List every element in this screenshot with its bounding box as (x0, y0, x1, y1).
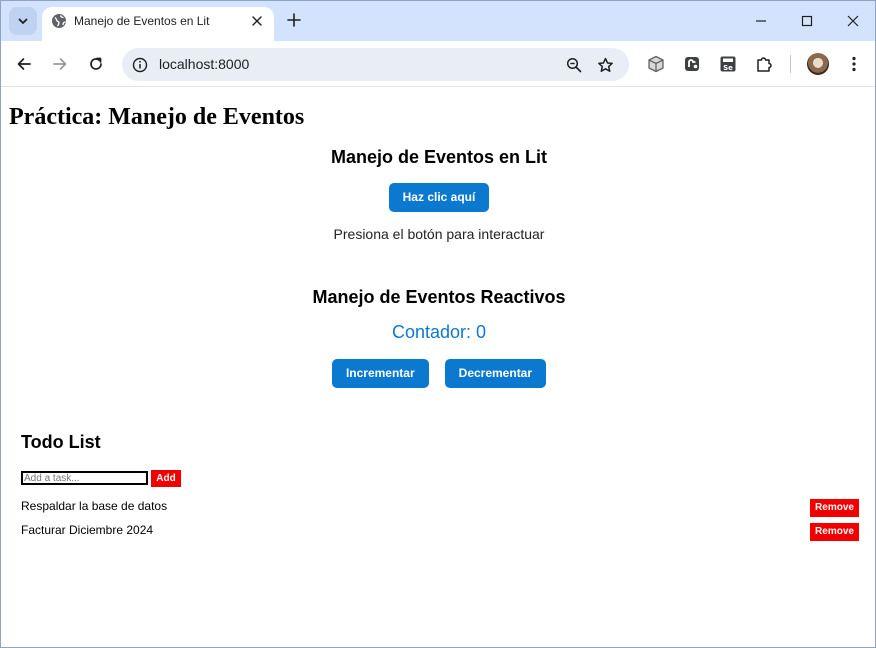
3d-box-icon (648, 55, 664, 73)
events-heading: Manejo de Eventos en Lit (330, 147, 548, 167)
tab-strip: Manejo de Eventos en Lit (1, 1, 875, 41)
svg-text:Se: Se (723, 64, 733, 72)
reload-button[interactable] (83, 51, 109, 77)
more-vertical-icon (852, 56, 856, 72)
extensions-menu-button[interactable] (752, 52, 776, 76)
events-section: Manejo de Eventos en Lit (2, 147, 875, 168)
address-bar[interactable]: localhost:8000 (122, 48, 629, 81)
zoom-button[interactable] (563, 54, 585, 76)
back-button[interactable] (11, 51, 37, 77)
tab-close-button[interactable] (248, 12, 266, 30)
list-item: Respaldar la base de datos (21, 499, 168, 513)
counter-row: Contador: 0 (2, 322, 875, 343)
profile-avatar[interactable] (807, 53, 829, 75)
page-title: Práctica: Manejo de Eventos (9, 104, 305, 130)
new-tab-button[interactable] (283, 9, 305, 31)
remove-task-button[interactable]: Remove (810, 499, 859, 517)
active-tab[interactable]: Manejo de Eventos en Lit (42, 7, 274, 41)
extension-button-2[interactable] (680, 52, 704, 76)
globe-icon (52, 14, 66, 28)
minimize-button[interactable] (747, 7, 775, 35)
events-button-row: Haz clic aquí (2, 183, 875, 212)
add-task-button[interactable]: Add (151, 470, 181, 487)
list-item: Facturar Diciembre 2024 (21, 523, 154, 537)
bookmark-button[interactable] (594, 54, 616, 76)
site-info-button[interactable] (130, 55, 149, 74)
reactive-section: Manejo de Eventos Reactivos (2, 287, 875, 308)
minimize-icon (756, 20, 766, 22)
browser-window: Manejo de Eventos en Lit localhost:8000 … (0, 0, 876, 648)
arrow-left-icon (17, 58, 31, 70)
extension-button-1[interactable] (644, 52, 668, 76)
maximize-icon (801, 15, 813, 27)
zoom-out-icon (566, 57, 582, 73)
extension-button-3[interactable]: Se (716, 52, 740, 76)
info-icon (132, 57, 147, 72)
counter-display: Contador: 0 (391, 322, 487, 342)
tab-search-button[interactable] (9, 7, 37, 35)
browser-toolbar: localhost:8000 Se (1, 41, 875, 87)
increment-button[interactable]: Incrementar (331, 359, 429, 388)
todo-heading: Todo List (21, 432, 101, 452)
browser-menu-button[interactable] (843, 52, 865, 76)
page-content: Práctica: Manejo de Eventos Manejo de Ev… (2, 88, 875, 647)
reload-icon (90, 57, 102, 70)
close-icon (847, 15, 859, 27)
task-input[interactable] (21, 471, 148, 485)
maximize-button[interactable] (793, 7, 821, 35)
events-message-row: Presiona el botón para interactuar (2, 226, 875, 244)
extensions-icon (757, 57, 772, 72)
click-here-button[interactable]: Haz clic aquí (388, 183, 490, 212)
star-icon (597, 57, 613, 72)
events-message: Presiona el botón para interactuar (333, 226, 545, 242)
counter-buttons-row: Incrementar Decrementar (2, 359, 875, 388)
selenium-icon: Se (720, 56, 736, 72)
decrement-button[interactable]: Decrementar (444, 359, 547, 388)
tab-title: Manejo de Eventos en Lit (74, 14, 210, 28)
chevron-down-icon (18, 18, 28, 24)
reactive-heading: Manejo de Eventos Reactivos (312, 287, 566, 307)
remove-task-button[interactable]: Remove (810, 523, 859, 541)
toolbar-divider (790, 55, 791, 73)
plus-icon (287, 13, 301, 27)
puzzle-variant-icon (685, 57, 699, 71)
close-window-button[interactable] (839, 7, 867, 35)
close-icon (252, 16, 262, 26)
forward-button[interactable] (47, 51, 73, 77)
arrow-right-icon (53, 58, 67, 70)
url-text[interactable]: localhost:8000 (159, 56, 249, 72)
